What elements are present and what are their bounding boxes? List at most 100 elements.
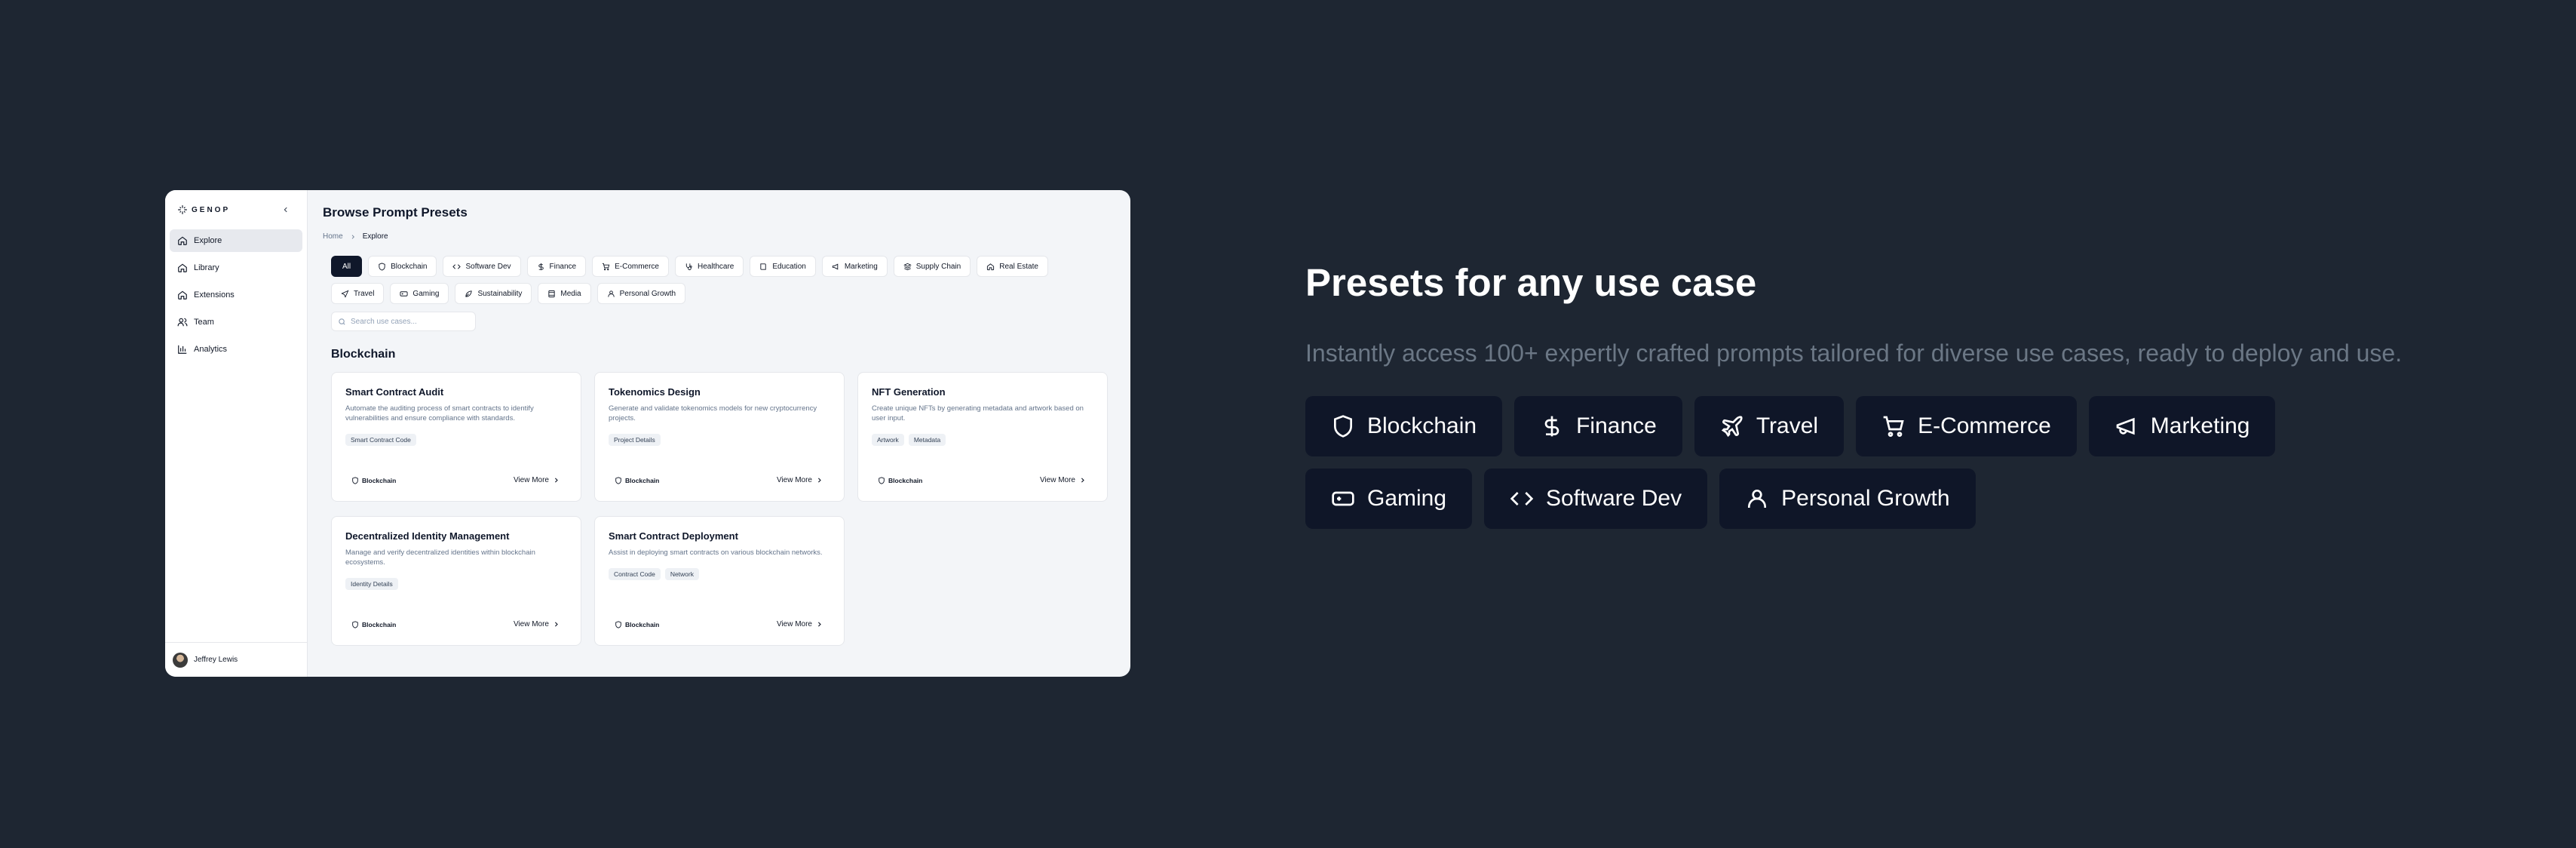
pill-e-commerce[interactable]: E-Commerce — [1856, 396, 2077, 456]
filter-chip-healthcare[interactable]: Healthcare — [675, 256, 744, 277]
card-title: Smart Contract Audit — [345, 386, 444, 398]
view-more-label: View More — [1039, 476, 1075, 484]
filter-chip-travel[interactable]: Travel — [331, 283, 385, 304]
filter-chip-education[interactable]: Education — [750, 256, 816, 277]
filter-label: Marketing — [844, 262, 878, 271]
card-category: Blockchain — [878, 477, 922, 484]
filter-chip-personal-growth[interactable]: Personal Growth — [596, 283, 686, 304]
sidebar-item-library[interactable]: Library — [170, 257, 302, 279]
filter-chip-supply-chain[interactable]: Supply Chain — [893, 256, 971, 277]
sidebar-item-extensions[interactable]: Extensions — [170, 284, 302, 306]
home-icon — [986, 263, 995, 271]
search-input[interactable]: Search use cases... — [331, 312, 476, 331]
sidebar-item-label: Explore — [194, 236, 222, 245]
users-icon — [177, 317, 188, 327]
pill-label: Software Dev — [1546, 486, 1682, 511]
preset-card[interactable]: Decentralized Identity Management Manage… — [331, 516, 581, 646]
filter-label: Real Estate — [999, 262, 1038, 271]
pill-travel[interactable]: Travel — [1694, 396, 1845, 456]
sparkle-icon — [177, 204, 188, 215]
page-title: Browse Prompt Presets — [323, 205, 468, 220]
filter-label: E-Commerce — [615, 262, 659, 271]
pill-label: Finance — [1576, 413, 1657, 438]
card-footer: Blockchain View More — [878, 476, 1086, 484]
filter-chip-marketing[interactable]: Marketing — [821, 256, 888, 277]
card-description: Assist in deploying smart contracts on v… — [609, 548, 823, 557]
sidebar-item-analytics[interactable]: Analytics — [170, 338, 302, 361]
code-icon — [452, 263, 462, 271]
filter-chip-all[interactable]: All — [331, 256, 363, 277]
brand-logo[interactable]: GENOP — [177, 204, 230, 215]
sidebar-item-label: Analytics — [194, 345, 228, 354]
pill-gaming[interactable]: Gaming — [1305, 469, 1473, 529]
card-footer: Blockchain View More — [615, 476, 823, 484]
megaphone-icon — [2114, 414, 2139, 438]
filter-chip-real-estate[interactable]: Real Estate — [977, 256, 1048, 277]
preset-card[interactable]: Smart Contract Audit Automate the auditi… — [331, 372, 581, 502]
leaf-icon — [465, 290, 473, 298]
preset-grid: Smart Contract Audit Automate the auditi… — [331, 372, 1108, 646]
use-case-pills: Blockchain Finance Travel E-Commerce Mar… — [1305, 396, 2436, 529]
view-more-button[interactable]: View More — [514, 476, 560, 484]
user-profile[interactable]: Jeffrey Lewis — [165, 642, 307, 677]
chevron-right-icon — [553, 621, 560, 628]
card-description: Create unique NFTs by generating metadat… — [872, 404, 1084, 422]
card-tags: Project Details — [609, 434, 830, 446]
cart-icon — [1881, 414, 1906, 438]
pill-personal-growth[interactable]: Personal Growth — [1719, 469, 1976, 529]
breadcrumb-home[interactable]: Home — [323, 232, 343, 241]
view-more-button[interactable]: View More — [777, 620, 823, 628]
filter-chip-e-commerce[interactable]: E-Commerce — [592, 256, 669, 277]
filter-label: Travel — [354, 289, 375, 298]
filter-chip-finance[interactable]: Finance — [526, 256, 587, 277]
category-label: Blockchain — [362, 476, 397, 484]
view-more-button[interactable]: View More — [1040, 476, 1086, 484]
preset-card[interactable]: Tokenomics Design Generate and validate … — [594, 372, 845, 502]
category-label: Blockchain — [625, 476, 660, 484]
filter-label: Finance — [549, 262, 577, 271]
bar-chart-icon — [177, 344, 188, 355]
filter-label: Gaming — [412, 289, 440, 298]
pill-finance[interactable]: Finance — [1514, 396, 1682, 456]
filter-chip-sustainability[interactable]: Sustainability — [455, 283, 532, 304]
shield-icon — [351, 476, 359, 484]
pill-marketing[interactable]: Marketing — [2088, 396, 2276, 456]
sidebar-item-team[interactable]: Team — [170, 311, 302, 333]
view-more-label: View More — [513, 476, 549, 484]
breadcrumb-current: Explore — [362, 232, 388, 241]
pill-label: Marketing — [2150, 413, 2250, 438]
section-title: Blockchain — [331, 348, 396, 361]
boxes-icon — [903, 263, 912, 271]
brand-name: GENOP — [192, 205, 231, 214]
filter-label: Supply Chain — [915, 262, 961, 271]
filter-chip-blockchain[interactable]: Blockchain — [368, 256, 437, 277]
filter-label: Sustainability — [477, 289, 523, 298]
filter-label: Media — [560, 289, 581, 298]
collapse-sidebar-button[interactable] — [280, 204, 292, 216]
view-more-button[interactable]: View More — [777, 476, 823, 484]
pill-software-dev[interactable]: Software Dev — [1484, 469, 1708, 529]
filter-chip-gaming[interactable]: Gaming — [390, 283, 449, 304]
shield-icon — [1331, 414, 1355, 438]
hero-title: Presets for any use case — [1305, 261, 1757, 304]
card-title: Smart Contract Deployment — [609, 530, 738, 542]
card-tags: Artwork Metadata — [872, 434, 1093, 446]
card-title: Tokenomics Design — [609, 386, 701, 398]
film-icon — [547, 290, 556, 298]
user-icon — [1745, 487, 1769, 511]
preset-card[interactable]: Smart Contract Deployment Assist in depl… — [594, 516, 845, 646]
main-content: Browse Prompt Presets Home Explore All B… — [308, 190, 1130, 677]
card-category: Blockchain — [351, 477, 396, 484]
preset-card[interactable]: NFT Generation Create unique NFTs by gen… — [857, 372, 1108, 502]
filter-chip-software-dev[interactable]: Software Dev — [443, 256, 521, 277]
sidebar-item-explore[interactable]: Explore — [170, 229, 302, 252]
filter-chip-media[interactable]: Media — [538, 283, 591, 304]
chevron-right-icon — [350, 234, 356, 240]
pill-blockchain[interactable]: Blockchain — [1305, 396, 1503, 456]
user-name: Jeffrey Lewis — [194, 656, 238, 664]
view-more-button[interactable]: View More — [514, 620, 560, 628]
megaphone-icon — [832, 263, 840, 271]
input-tag: Artwork — [872, 434, 904, 446]
pill-label: E-Commerce — [1918, 413, 2051, 438]
stethoscope-icon — [685, 263, 693, 271]
